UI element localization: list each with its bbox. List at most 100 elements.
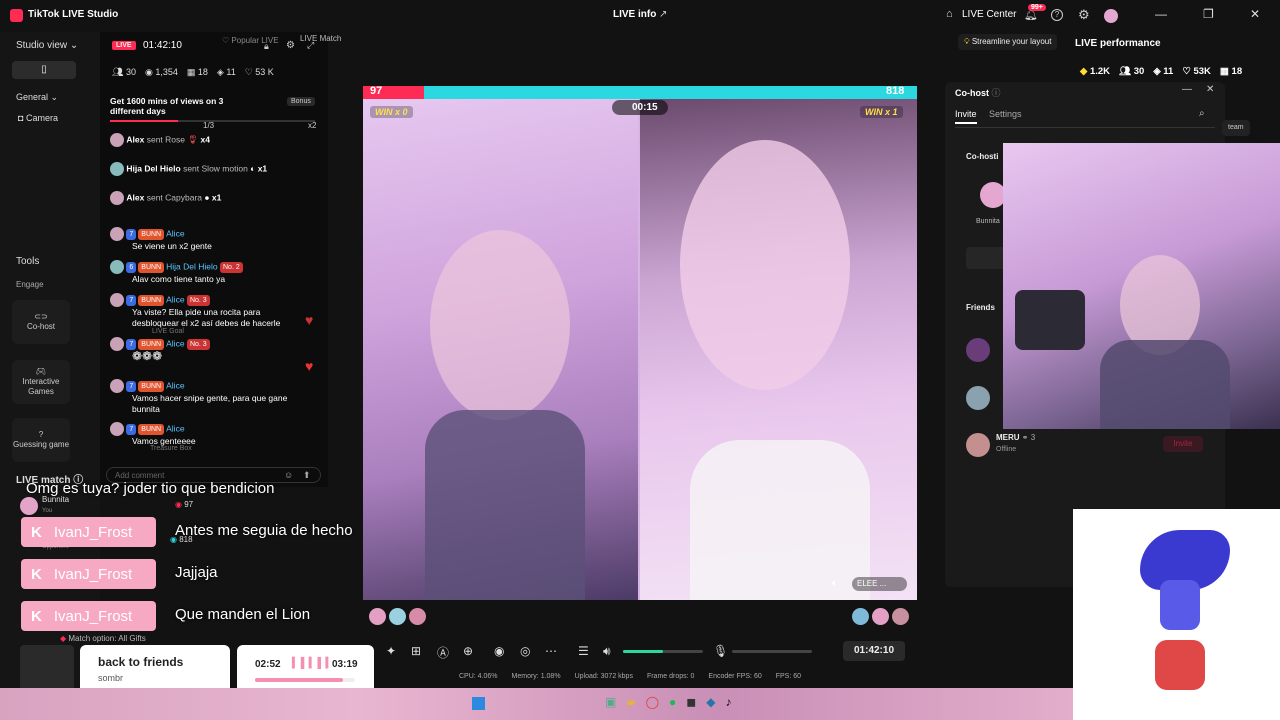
gift-count: x4: [200, 134, 211, 145]
perf-stats: ◆ 1.2K 👥︎ 30 ◈ 11 ♡ 53K ▦ 18: [1080, 66, 1242, 77]
avatar[interactable]: [966, 386, 990, 410]
song-total: 03:19: [332, 659, 358, 670]
diamond-icon: ◆: [1080, 66, 1088, 77]
avatar[interactable]: [872, 608, 889, 625]
match-option-text: Match option: All Gifts: [68, 634, 146, 643]
maximize-button[interactable]: ❐: [1203, 7, 1214, 21]
level-badge: 7: [126, 295, 137, 307]
camera-microphone: [1015, 290, 1085, 350]
upload-stat: Upload: 3072 kbps: [574, 673, 633, 680]
interactive-games-button[interactable]: 🎮︎ Interactive Games: [12, 360, 70, 404]
tiktok-icon[interactable]: ♪: [725, 695, 731, 709]
general-dropdown[interactable]: General ⌄: [16, 92, 58, 103]
minimize-button[interactable]: —: [1155, 7, 1167, 21]
gift-count: x1: [257, 163, 268, 174]
ai-icon[interactable]: Ⓐ: [437, 644, 449, 661]
battle-timer: 00:15: [612, 100, 668, 115]
streamline-text: Streamline your layout: [971, 37, 1052, 46]
app-icon[interactable]: ◼: [686, 695, 696, 709]
fan-badge: BUNN: [138, 424, 165, 436]
camera-source[interactable]: ◘ Camera: [18, 113, 58, 123]
level-badge: 7: [126, 381, 137, 393]
match-option: ◆ Match option: All Gifts: [60, 634, 146, 643]
live-info-title[interactable]: LIVE info: [613, 9, 656, 20]
layout-icon[interactable]: ⊞: [411, 644, 421, 658]
viewers-value: 30: [125, 67, 136, 77]
lock-icon[interactable]: 🔒︎: [264, 41, 269, 52]
guessing-game-button[interactable]: ? Guessing game: [12, 418, 70, 462]
fps-stat: FPS: 60: [775, 673, 802, 680]
gear-icon[interactable]: ⚙: [1078, 7, 1090, 23]
overlay-message: Que manden el Lion: [175, 606, 311, 623]
search-icon[interactable]: ⌕: [1199, 108, 1205, 119]
avatar[interactable]: [966, 433, 990, 457]
volume-slider[interactable]: [623, 650, 703, 653]
song-artist: sombr: [98, 673, 124, 683]
overlay-user-pill: K IvanJ_Frost: [21, 517, 156, 547]
heart-outline-icon: ♡: [1182, 66, 1191, 77]
avatar[interactable]: [369, 608, 386, 625]
close-window-button[interactable]: ✕: [1250, 7, 1260, 21]
portrait-toggle[interactable]: ▯: [12, 61, 76, 79]
live-center-button[interactable]: LIVE Center: [962, 9, 1016, 20]
help-icon[interactable]: ?: [1051, 9, 1063, 21]
studio-view-dropdown[interactable]: Studio view ⌄: [16, 40, 78, 51]
perf-viewers-stat: 👥︎ 30: [1119, 66, 1144, 77]
views-value: 1,354: [155, 67, 178, 77]
capture-icon[interactable]: ◎: [520, 644, 530, 658]
tiktok-logo-icon: [10, 9, 23, 22]
cohost-tool-button[interactable]: ⊂⊃ Co-host: [12, 300, 70, 344]
record-icon[interactable]: ◉: [494, 644, 504, 658]
share-icon[interactable]: ↗: [659, 9, 667, 20]
fan-badge: BUNN: [138, 262, 165, 274]
perf-title: LIVE performance: [1075, 38, 1161, 49]
mic-slider[interactable]: [732, 650, 812, 653]
tab-settings[interactable]: Settings: [989, 109, 1022, 119]
avatar[interactable]: [409, 608, 426, 625]
volume-icon[interactable]: 🔊︎: [603, 644, 611, 659]
cohost-action-button[interactable]: [966, 247, 1006, 269]
avatar[interactable]: [389, 608, 406, 625]
mixer-icon[interactable]: ☰: [578, 644, 589, 658]
team-chip[interactable]: team: [1222, 120, 1250, 136]
people-icon: 👥︎: [1119, 66, 1132, 77]
settings-icon[interactable]: ⚙: [286, 40, 295, 51]
close-panel-button[interactable]: ✕: [1206, 84, 1214, 95]
folder-icon[interactable]: ▰: [626, 695, 635, 709]
audio-wave-icon: ▍▌▍▌▍: [292, 658, 335, 669]
heart-like-icon[interactable]: ♥: [305, 312, 313, 328]
windows-start-icon[interactable]: [472, 697, 485, 710]
avatar[interactable]: [966, 338, 990, 362]
slow-motion-icon: ◐: [250, 163, 256, 174]
perf-likes-value: 53K: [1193, 66, 1211, 77]
emoji-icon[interactable]: ☺: [284, 470, 293, 480]
rank-badge: No. 3: [186, 339, 210, 351]
invite-button[interactable]: Invite: [1163, 436, 1203, 452]
avatar[interactable]: [1104, 9, 1118, 23]
gift-action: sent Slow motion: [183, 163, 248, 174]
cohost-title-text: Co-host: [955, 88, 989, 98]
song-title: back to friends: [98, 655, 184, 669]
chat-app-icon[interactable]: ▣: [605, 695, 616, 709]
overlay-username: IvanJ_Frost: [53, 565, 133, 583]
more-icon[interactable]: ⋯: [545, 644, 557, 658]
streamline-tip[interactable]: 💡︎ Streamline your layout: [958, 34, 1058, 50]
perf-likes-stat: ♡ 53K: [1182, 66, 1211, 77]
heart-like-icon[interactable]: ♥: [305, 358, 313, 374]
wand-icon[interactable]: ✦: [386, 644, 396, 658]
send-icon[interactable]: ⬆: [303, 470, 311, 481]
speaker-icon[interactable]: 🔈︎: [832, 578, 838, 589]
microphone-icon[interactable]: 🎙︎: [713, 644, 728, 658]
add-source-icon[interactable]: ⊕: [463, 644, 473, 658]
guest-name-tag[interactable]: ELEE ...: [852, 577, 907, 591]
tab-invite[interactable]: Invite: [955, 109, 977, 124]
vpn-icon[interactable]: ◆: [706, 695, 715, 709]
home-icon: ⌂: [946, 8, 953, 20]
opera-icon[interactable]: ◯: [646, 695, 659, 709]
spotify-icon[interactable]: ●: [669, 695, 676, 709]
avatar[interactable]: [852, 608, 869, 625]
minimize-panel-button[interactable]: —: [1182, 84, 1192, 95]
avatar[interactable]: [892, 608, 909, 625]
calendar-icon: ▦: [1219, 66, 1229, 77]
perf-stat5: ▦ 18: [1220, 66, 1242, 77]
